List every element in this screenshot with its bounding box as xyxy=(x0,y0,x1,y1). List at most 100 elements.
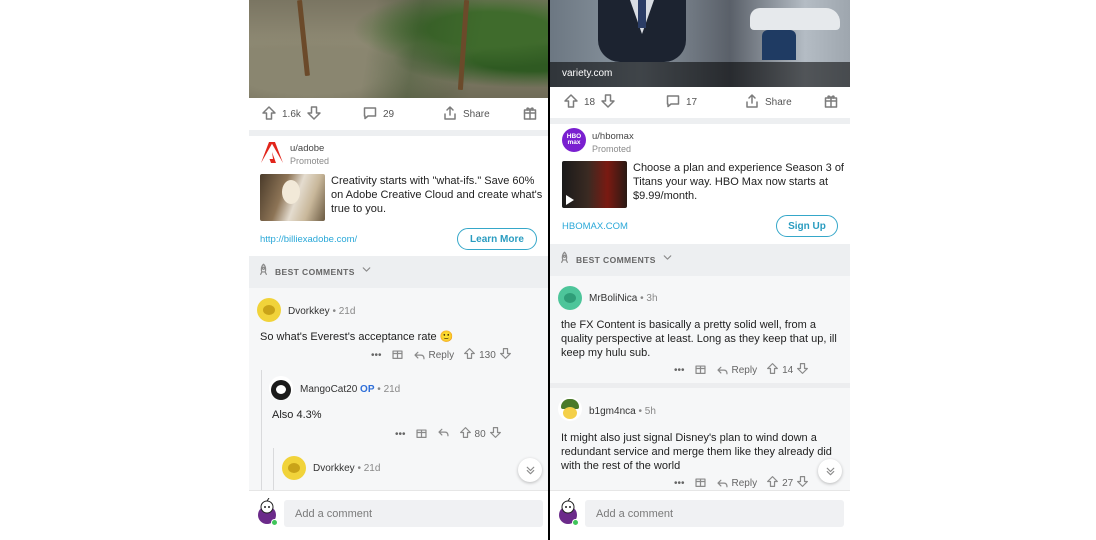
avatar[interactable] xyxy=(558,286,582,310)
comments-button[interactable]: 29 xyxy=(362,99,394,129)
downvote-icon[interactable] xyxy=(600,93,616,112)
upvote-icon[interactable] xyxy=(766,362,779,378)
award-icon[interactable] xyxy=(694,362,707,378)
comment-score: 130 xyxy=(479,349,496,361)
reply-button[interactable]: Reply xyxy=(413,349,454,362)
online-status-dot xyxy=(271,519,278,526)
downvote-icon[interactable] xyxy=(499,347,512,363)
reply-arrow-icon xyxy=(716,366,728,374)
avatar[interactable] xyxy=(558,397,582,421)
avatar[interactable] xyxy=(282,456,306,480)
comment-actions: ••• Reply 27 xyxy=(674,475,809,491)
upvote-icon[interactable] xyxy=(563,93,579,112)
share-label: Share xyxy=(463,108,490,120)
collapse-threads-button[interactable] xyxy=(518,458,542,482)
comment-vote: 14 xyxy=(766,362,809,378)
more-options-button[interactable]: ••• xyxy=(371,350,382,361)
reply-button[interactable]: Reply xyxy=(716,364,757,377)
comment-count: 17 xyxy=(686,96,698,108)
post-image[interactable] xyxy=(249,0,549,98)
comment-author[interactable]: Dvorkkey • 21d xyxy=(313,463,380,474)
adobe-logo-icon xyxy=(260,140,284,164)
comment-score: 14 xyxy=(782,364,794,376)
comment-author[interactable]: Dvorkkey • 21d xyxy=(288,306,355,317)
downvote-icon[interactable] xyxy=(796,362,809,378)
downvote-icon[interactable] xyxy=(489,426,502,442)
learn-more-button[interactable]: Learn More xyxy=(457,228,537,250)
thread-line[interactable] xyxy=(261,370,262,490)
comment-sort-bar[interactable]: BEST COMMENTS xyxy=(550,244,850,276)
upvote-count: 1.6k xyxy=(282,108,301,120)
reply-arrow-icon xyxy=(716,479,728,487)
award-icon[interactable] xyxy=(694,475,707,491)
hbomax-logo-icon: HBO max xyxy=(562,128,586,152)
comment-author[interactable]: b1gm4nca • 5h xyxy=(589,406,656,417)
comment-author[interactable]: MangoCat20 OP • 21d xyxy=(300,384,400,395)
comment-input[interactable] xyxy=(585,500,844,527)
comments-list: MrBoliNica • 3h the FX Content is basica… xyxy=(550,276,850,490)
sign-up-button[interactable]: Sign Up xyxy=(776,215,838,237)
promo-username[interactable]: u/adobe xyxy=(290,143,324,154)
promo-link[interactable]: http://billiexadobe.com/ xyxy=(260,234,357,245)
comment-composer xyxy=(550,490,850,540)
promo-thumbnail[interactable] xyxy=(562,161,627,208)
more-options-button[interactable]: ••• xyxy=(674,478,685,489)
post-action-bar: 18 17 Share xyxy=(550,87,850,117)
comment-composer xyxy=(249,490,549,540)
avatar[interactable] xyxy=(257,298,281,322)
promo-username[interactable]: u/hbomax xyxy=(592,131,634,142)
promoted-post[interactable]: HBO max u/hbomax Promoted Choose a plan … xyxy=(550,124,850,244)
comment-bubble-icon xyxy=(665,93,681,112)
comment-input[interactable] xyxy=(284,500,543,527)
link-source[interactable]: variety.com xyxy=(562,68,612,79)
upvote-icon[interactable] xyxy=(261,105,277,124)
post-image[interactable]: variety.com xyxy=(550,0,850,87)
upvote-icon[interactable] xyxy=(766,475,779,491)
award-button[interactable] xyxy=(823,87,839,117)
comment-bubble-icon xyxy=(362,105,378,124)
promo-text: Choose a plan and experience Season 3 of… xyxy=(633,162,844,202)
award-button[interactable] xyxy=(522,99,538,129)
more-options-button[interactable]: ••• xyxy=(674,365,685,376)
upvote-icon[interactable] xyxy=(463,347,476,363)
sort-label: BEST COMMENTS xyxy=(576,255,656,265)
rocket-icon xyxy=(558,251,571,269)
share-button[interactable]: Share xyxy=(744,87,792,117)
promo-link[interactable]: HBOMAX.COM xyxy=(562,221,628,232)
comment-author[interactable]: MrBoliNica • 3h xyxy=(589,293,658,304)
award-icon[interactable] xyxy=(391,347,404,363)
share-label: Share xyxy=(765,96,792,108)
award-icon[interactable] xyxy=(415,426,428,442)
comment-body: Also 4.3% xyxy=(272,409,322,421)
comments-button[interactable]: 17 xyxy=(665,87,697,117)
collapse-threads-button[interactable] xyxy=(818,459,842,483)
comment-score: 80 xyxy=(474,428,486,440)
sort-label: BEST COMMENTS xyxy=(275,267,355,277)
comments-list: Dvorkkey • 21d So what's Everest's accep… xyxy=(249,288,549,490)
chevron-down-icon xyxy=(661,251,674,269)
vote-group: 18 xyxy=(563,87,616,117)
comment-body: So what's Everest's acceptance rate 🙂 xyxy=(260,331,454,343)
reply-button[interactable]: Reply xyxy=(716,477,757,490)
downvote-icon[interactable] xyxy=(306,105,322,124)
online-status-dot xyxy=(572,519,579,526)
upvote-icon[interactable] xyxy=(459,426,472,442)
share-button[interactable]: Share xyxy=(442,99,490,129)
reply-arrow-icon xyxy=(413,351,425,359)
award-icon xyxy=(522,105,538,124)
reply-button[interactable] xyxy=(437,426,450,442)
comment-body: the FX Content is basically a pretty sol… xyxy=(561,319,837,359)
downvote-icon[interactable] xyxy=(796,475,809,491)
thread-line[interactable] xyxy=(273,448,274,490)
background-mailbox xyxy=(762,30,796,60)
promo-thumbnail[interactable] xyxy=(260,174,325,221)
upvote-count: 18 xyxy=(584,96,596,108)
promoted-post[interactable]: u/adobe Promoted Creativity starts with … xyxy=(249,136,549,256)
award-icon xyxy=(823,93,839,112)
comment-sort-bar[interactable]: BEST COMMENTS xyxy=(249,256,549,288)
double-chevron-down-icon xyxy=(826,467,834,475)
more-options-button[interactable]: ••• xyxy=(395,429,406,440)
vote-group: 1.6k xyxy=(261,99,322,129)
avatar[interactable] xyxy=(269,376,293,400)
post-action-bar: 1.6k 29 Share xyxy=(249,99,549,129)
